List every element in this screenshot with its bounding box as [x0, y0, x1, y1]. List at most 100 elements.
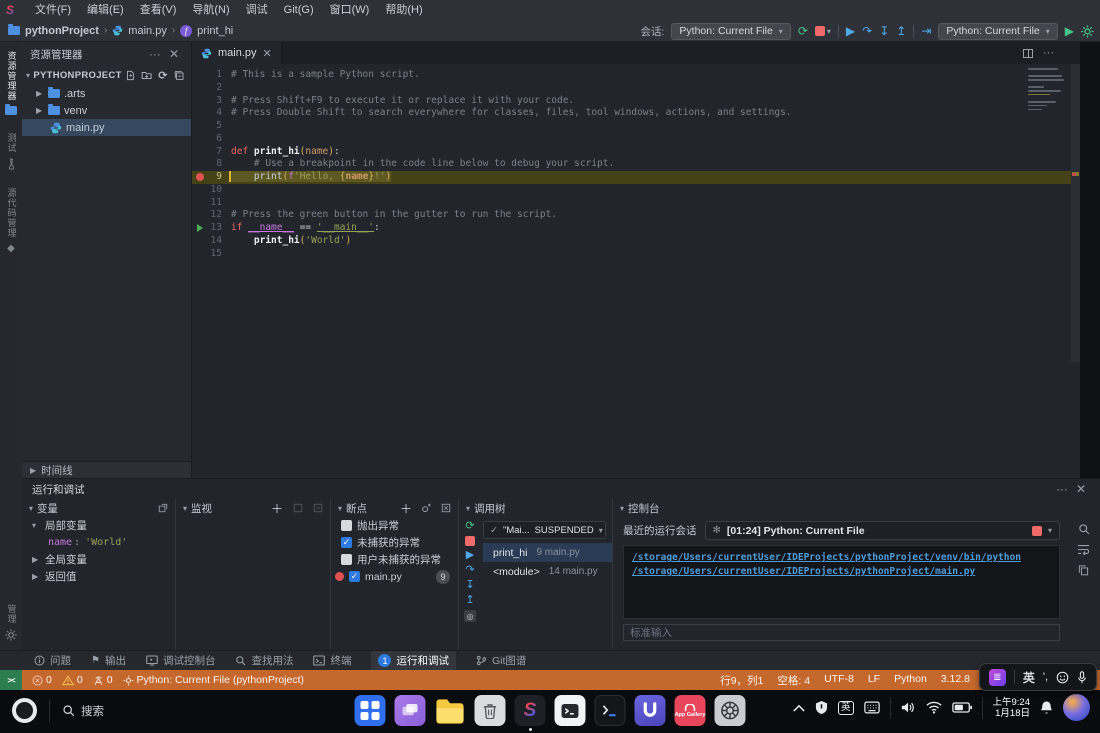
tray-ime-indicator[interactable]: 英	[838, 701, 854, 715]
stop-session-icon[interactable]	[1032, 526, 1042, 536]
continue-button[interactable]: ▶	[846, 25, 855, 37]
language-mode[interactable]: Python	[894, 673, 927, 688]
eol[interactable]: LF	[868, 673, 880, 688]
close-panel-icon[interactable]: ✕	[165, 47, 183, 61]
tab-output[interactable]: ⚑ 输出	[91, 651, 126, 671]
console-title[interactable]: 控制台	[628, 501, 660, 516]
indentation[interactable]: 空格: 4	[777, 673, 810, 688]
remove-watch-icon[interactable]	[313, 503, 323, 513]
word-wrap-icon[interactable]	[1077, 544, 1090, 555]
volume-icon[interactable]	[901, 701, 916, 714]
bp-thrown-exceptions[interactable]: 抛出异常	[331, 517, 458, 534]
activity-manage[interactable]: 管理	[5, 595, 17, 650]
stack-frame-print-hi[interactable]: print_hi 9 main.py	[483, 543, 612, 562]
collapse-watch-icon[interactable]	[293, 503, 303, 513]
more-actions-icon[interactable]: ···	[145, 47, 165, 61]
gutter-breakpoint-slot[interactable]	[192, 184, 207, 197]
minimap[interactable]	[1028, 68, 1064, 112]
code-line[interactable]: 9 print(f'Hello, {name}!')	[192, 171, 1080, 184]
code-editor[interactable]: 1# This is a sample Python script.23# Pr…	[192, 64, 1080, 478]
activity-explorer[interactable]: 资源管理器	[5, 42, 17, 124]
notification-bell-icon[interactable]	[1040, 700, 1053, 715]
checkbox-checked[interactable]: ✓	[349, 571, 360, 582]
global-vars-row[interactable]: ▶全局变量	[22, 551, 175, 568]
console-link[interactable]: /storage/Users/currentUser/IDEProjects/p…	[632, 551, 1051, 565]
stop-button[interactable]: ▾	[815, 26, 831, 36]
tab-problems[interactable]: 问题	[34, 651, 71, 671]
toggle-breakpoints-icon[interactable]	[421, 503, 432, 514]
return-values-row[interactable]: ▶返回值	[22, 568, 175, 585]
code-line[interactable]: 11	[192, 197, 1080, 210]
panel-more-actions-icon[interactable]: ···	[1052, 482, 1072, 496]
control-panel-icon[interactable]	[715, 695, 746, 726]
cursor-position[interactable]: 行9，列1	[720, 673, 763, 688]
tree-item-venv[interactable]: ▶ venv	[22, 102, 191, 119]
breakpoint-dot[interactable]	[196, 173, 204, 181]
run-to-cursor-button[interactable]: ⇥	[921, 25, 931, 37]
microphone-icon[interactable]	[1077, 671, 1087, 684]
activity-source-control[interactable]: 源代码管理 ◆	[7, 179, 16, 263]
tree-item-arts[interactable]: ▶ .arts	[22, 85, 191, 102]
search-icon[interactable]	[1078, 523, 1090, 535]
gutter-breakpoint-slot[interactable]	[192, 222, 207, 235]
gutter-breakpoint-slot[interactable]	[192, 107, 207, 120]
gutter-breakpoint-slot[interactable]	[192, 120, 207, 133]
local-vars-row[interactable]: ▾局部变量	[22, 517, 175, 534]
gutter-breakpoint-slot[interactable]	[192, 82, 207, 95]
restart-button[interactable]: ⟳	[798, 25, 808, 37]
tab-debug-console[interactable]: 调试控制台	[146, 651, 216, 671]
project-root-label[interactable]: PYTHONPROJECT	[33, 70, 121, 81]
bp-uncaught-exceptions[interactable]: ✓未捕获的异常	[331, 534, 458, 551]
app-gallery-icon[interactable]: App Gallery	[675, 695, 706, 726]
terminal-dark-icon[interactable]	[595, 695, 626, 726]
copy-icon[interactable]	[1078, 564, 1089, 576]
focus-frame-icon[interactable]: ◎	[464, 610, 476, 622]
files-icon[interactable]	[435, 695, 466, 726]
checkbox-unchecked[interactable]	[341, 554, 352, 565]
debug-config-dropdown[interactable]: Python: Current File▾	[671, 23, 790, 40]
debug-session-indicator[interactable]: Python: Current File (pythonProject)	[123, 674, 305, 686]
remote-indicator[interactable]: ><	[0, 670, 22, 690]
menu-navigate[interactable]: 导航(N)	[184, 0, 237, 20]
add-watch-icon[interactable]: ＋	[271, 500, 283, 517]
ime-punctuation-indicator[interactable]: ',	[1043, 671, 1048, 683]
refresh-icon[interactable]: ⟳	[158, 69, 168, 82]
tree-item-mainpy[interactable]: main.py	[22, 119, 191, 136]
gutter-breakpoint-slot[interactable]	[192, 197, 207, 210]
keyboard-icon[interactable]	[864, 701, 880, 714]
step-over-button[interactable]: ↷	[862, 25, 872, 37]
ime-language-indicator[interactable]: 英	[1023, 669, 1035, 686]
step-over-button[interactable]: ↷	[465, 565, 474, 576]
warnings-indicator[interactable]: 0	[62, 674, 83, 686]
gutter-breakpoint-slot[interactable]	[192, 248, 207, 261]
gutter-breakpoint-slot[interactable]	[192, 209, 207, 222]
split-editor-icon[interactable]	[1023, 49, 1033, 58]
editor-scrollbar[interactable]	[1071, 64, 1080, 362]
menu-edit[interactable]: 编辑(E)	[79, 0, 132, 20]
tab-find-usages[interactable]: 查找用法	[235, 651, 293, 671]
code-line[interactable]: 12# Press the green button in the gutter…	[192, 209, 1080, 222]
variable-row[interactable]: name:'World'	[22, 534, 175, 551]
step-out-button[interactable]: ↥	[896, 25, 906, 37]
clock[interactable]: 上午9:24 1月18日	[993, 697, 1031, 719]
tab-close-icon[interactable]: ✕	[263, 47, 272, 60]
breadcrumb-symbol[interactable]: print_hi	[197, 25, 233, 37]
tab-run-debug[interactable]: 1 运行和调试	[371, 651, 456, 671]
run-button[interactable]: ▶	[1065, 25, 1074, 37]
terminal-light-icon[interactable]	[555, 695, 586, 726]
code-line[interactable]: 5	[192, 120, 1080, 133]
code-line[interactable]: 15	[192, 248, 1080, 261]
checkbox-checked[interactable]: ✓	[341, 537, 352, 548]
gutter-breakpoint-slot[interactable]	[192, 158, 207, 171]
breakpoints-title[interactable]: 断点	[346, 501, 367, 516]
app-store-icon[interactable]	[355, 695, 386, 726]
session-dropdown[interactable]: ✻ [01:24] Python: Current File ▾	[705, 521, 1061, 540]
code-line[interactable]: 10	[192, 184, 1080, 197]
menu-file[interactable]: 文件(F)	[27, 0, 79, 20]
code-line[interactable]: 14 print_hi('World')	[192, 235, 1080, 248]
ports-indicator[interactable]: 0	[93, 674, 113, 686]
gutter-breakpoint-slot[interactable]	[192, 69, 207, 82]
menu-view[interactable]: 查看(V)	[132, 0, 185, 20]
collapse-all-icon[interactable]	[174, 70, 184, 81]
stack-frame-module[interactable]: <module> 14 main.py	[483, 562, 612, 581]
